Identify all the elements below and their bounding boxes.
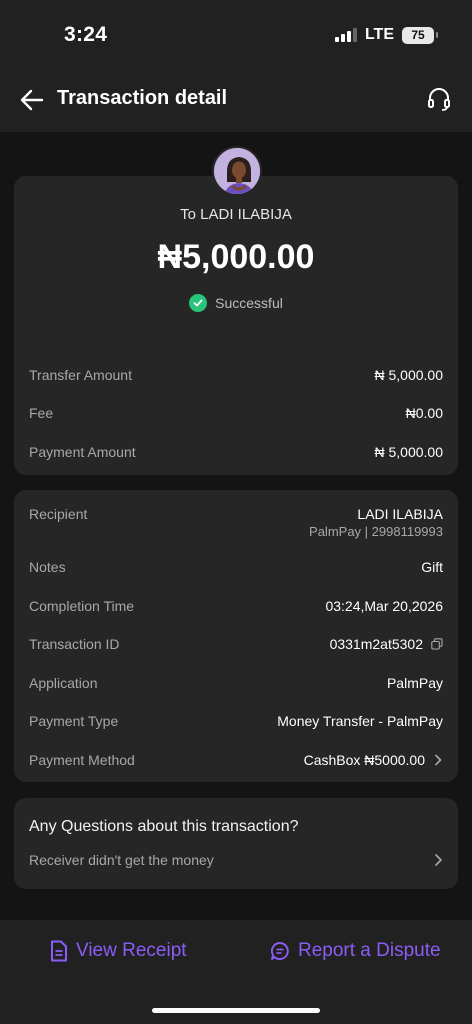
report-dispute-button[interactable]: Report a Dispute	[270, 940, 441, 962]
fee-row: Fee ₦0.00	[29, 405, 443, 421]
status-text: Successful	[215, 295, 283, 311]
avatar	[212, 146, 262, 196]
payment-type-row: Payment Type Money Transfer - PalmPay	[29, 713, 443, 729]
questions-title: Any Questions about this transaction?	[29, 818, 299, 835]
row-label: Completion Time	[29, 598, 135, 614]
chevron-right-icon	[435, 854, 442, 866]
row-label: Fee	[29, 405, 54, 421]
support-button[interactable]	[426, 86, 452, 112]
document-icon	[51, 940, 67, 962]
row-label: Application	[29, 675, 98, 691]
row-label: Payment Amount	[29, 444, 136, 460]
recipient-value: LADI ILABIJA PalmPay | 2998119993	[309, 506, 443, 539]
network-label: LTE	[364, 26, 394, 43]
chat-bubble-icon	[270, 942, 289, 960]
view-receipt-label: View Receipt	[76, 940, 187, 961]
application-row: Application PalmPay	[29, 675, 443, 691]
row-label: Notes	[29, 559, 66, 575]
status-indicators: LTE 75	[334, 26, 438, 44]
details-card: Recipient LADI ILABIJA PalmPay | 2998119…	[14, 490, 458, 782]
battery-icon: 75	[402, 26, 438, 44]
payment-amount-row: Payment Amount ₦ 5,000.00	[29, 444, 443, 460]
payment-method-row[interactable]: Payment Method CashBox ₦5000.00	[29, 752, 443, 768]
row-value: 03:24,Mar 20,2026	[325, 598, 443, 614]
page-title: Transaction detail	[57, 87, 228, 109]
signal-icon	[334, 28, 357, 42]
row-label: Recipient	[29, 506, 88, 522]
copy-icon[interactable]	[431, 638, 443, 650]
status-bar: 3:24 LTE 75	[0, 0, 472, 68]
question-item[interactable]: Receiver didn't get the money	[29, 852, 443, 868]
status-badge: Successful	[14, 294, 458, 312]
completion-time-row: Completion Time 03:24,Mar 20,2026	[29, 598, 443, 614]
row-label: Transfer Amount	[29, 367, 132, 383]
bottom-action-bar: View Receipt Report a Dispute	[0, 920, 472, 1024]
report-dispute-label: Report a Dispute	[298, 940, 441, 961]
headset-icon	[428, 88, 450, 111]
transfer-amount-row: Transfer Amount ₦ 5,000.00	[29, 367, 443, 383]
row-label: Payment Method	[29, 752, 135, 768]
row-value: Gift	[421, 559, 443, 575]
app-header: Transaction detail	[0, 68, 472, 132]
notes-row: Notes Gift	[29, 559, 443, 575]
transaction-id-text: 0331m2at5302	[329, 636, 423, 652]
recipient-account: PalmPay | 2998119993	[309, 524, 443, 539]
summary-card: To LADI ILABIJA ₦5,000.00 Successful Tra…	[14, 176, 458, 475]
recipient-heading: To LADI ILABIJA	[180, 206, 292, 223]
row-value: ₦0.00	[405, 405, 443, 421]
row-value: PalmPay	[386, 675, 443, 691]
chevron-right-icon	[435, 754, 442, 766]
questions-card: Any Questions about this transaction? Re…	[14, 798, 458, 889]
row-value: Money Transfer - PalmPay	[277, 713, 443, 729]
row-label: Payment Type	[29, 713, 119, 729]
question-item-label: Receiver didn't get the money	[29, 852, 214, 868]
row-value: ₦ 5,000.00	[374, 367, 444, 383]
transaction-id-value: 0331m2at5302	[330, 636, 443, 652]
transaction-amount: ₦5,000.00	[157, 238, 315, 276]
transaction-id-row: Transaction ID 0331m2at5302	[29, 636, 443, 652]
home-indicator[interactable]	[152, 1008, 320, 1013]
view-receipt-button[interactable]: View Receipt	[50, 940, 187, 962]
check-circle-icon	[189, 294, 208, 312]
payment-method-value[interactable]: CashBox ₦5000.00	[304, 752, 443, 768]
row-label: Transaction ID	[29, 636, 120, 652]
row-value: ₦ 5,000.00	[374, 444, 444, 460]
recipient-name: LADI ILABIJA	[357, 506, 443, 522]
back-button[interactable]	[18, 86, 46, 114]
status-time: 3:24	[64, 23, 108, 46]
arrow-left-icon	[20, 89, 44, 111]
payment-method-text: CashBox ₦5000.00	[303, 752, 425, 768]
recipient-row: Recipient LADI ILABIJA PalmPay | 2998119…	[29, 506, 443, 539]
